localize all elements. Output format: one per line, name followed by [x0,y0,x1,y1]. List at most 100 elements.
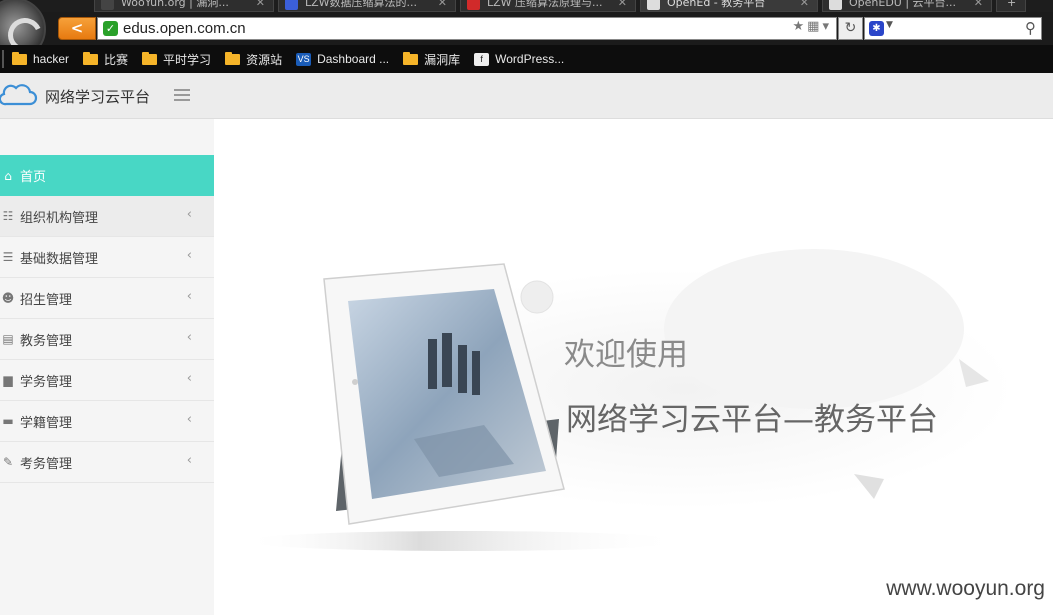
reload-button[interactable]: ↻ [838,17,863,40]
sidebar-item-label: 招生管理 [20,292,73,308]
browser-tab[interactable]: OpenEDU | 云平台... ✕ [822,0,992,12]
sidebar-item-label: 基础数据管理 [20,251,99,267]
address-bar[interactable]: ✓ edus.open.com.cn ★▦▾ [97,17,837,40]
sidebar-item-label: 首页 [20,170,47,185]
dropdown-icon[interactable]: ▾ [822,19,832,34]
tab-label: LZW 压缩算法原理与... [487,0,603,9]
page-icon [285,0,298,10]
welcome-heading: 欢迎使用 [564,337,688,373]
chevron-left-icon: ‹ [186,453,192,468]
folder-icon: ▬ [2,414,14,428]
chevron-left-icon: ‹ [186,330,192,345]
dashboard-icon: VS [296,52,312,66]
chevron-left-icon: ‹ [186,412,192,427]
star-icon[interactable]: ★ [793,19,808,34]
chevron-left-icon: ‹ [186,248,192,263]
chevron-down-icon[interactable]: ▼ [886,20,893,30]
back-button[interactable]: < [58,17,96,40]
pdf-icon [467,0,480,10]
menu-toggle-icon[interactable] [174,89,190,103]
bookmark-folder[interactable]: 漏洞库 [403,51,460,68]
bookmark-label: hacker [33,52,70,66]
folder-icon [225,51,241,65]
new-tab-button[interactable]: + [996,0,1026,12]
close-icon[interactable]: ✕ [800,0,809,11]
sidebar-item-exam-affairs[interactable]: ✎ 考务管理 ‹ [0,442,214,483]
main-content: 欢迎使用 网络学习云平台—教务平台 www.wooyun.org [214,119,1053,615]
doc-icon [647,0,660,10]
bookmark-folder[interactable]: hacker [12,51,70,66]
browser-tab[interactable]: LZW数据压缩算法的... ✕ [278,0,456,12]
bookmark-link[interactable]: f WordPress... [474,52,564,66]
wordpress-icon: f [474,52,490,66]
close-icon[interactable]: ✕ [974,0,983,11]
home-button [352,379,358,385]
browser-tab[interactable]: LZW 压缩算法原理与... ✕ [460,0,636,12]
sidebar-item-label: 教务管理 [20,333,73,349]
chevron-left-icon: ‹ [186,207,192,222]
folder-icon [83,51,99,65]
sidebar-item-home[interactable]: ⌂ 首页 [0,155,214,196]
folder-icon [142,51,158,65]
sidebar-item-label: 考务管理 [20,456,73,472]
sidebar-item-student-status[interactable]: ▬ 学籍管理 ‹ [0,401,214,442]
bookmark-folder[interactable]: 平时学习 [142,51,211,68]
browser-tab-active[interactable]: OpenEd - 教务平台 ✕ [640,0,818,12]
cloud-logo-icon [0,84,38,106]
sitemap-icon: ☷ [2,209,14,223]
database-icon: ☰ [2,250,14,264]
sidebar-item-label: 组织机构管理 [20,210,99,226]
sidebar-item-student-affairs[interactable]: ▆ 学务管理 ‹ [0,360,214,401]
shadow [244,531,684,551]
folder-icon [403,51,419,65]
bookmark-link[interactable]: VS Dashboard ... [296,52,389,66]
sidebar-item-enrollment[interactable]: ☻ 招生管理 ‹ [0,278,214,319]
sidebar-item-label: 学籍管理 [20,415,73,431]
browser-navbar: < ✓ edus.open.com.cn ★▦▾ ↻ ✱ ▼ ⚲ [0,0,1053,60]
cloud-backdrop [664,249,964,409]
tab-label: LZW数据压缩算法的... [305,0,418,9]
sidebar-item-label: 学务管理 [20,374,73,390]
app-header: 网络学习云平台 [0,73,1053,119]
close-icon[interactable]: ✕ [438,0,447,11]
wooyun-icon [101,0,114,10]
tab-label: WooYun.org | 漏洞... [121,0,229,9]
new-tab-label: + [1007,0,1017,9]
chevron-left-icon: ‹ [186,289,192,304]
server-icon: ▤ [2,332,14,346]
baidu-paw-icon[interactable]: ✱ [869,21,884,36]
folder-icon [12,51,27,65]
bookmark-folder[interactable]: 资源站 [225,51,282,68]
sidebar-item-basic-data[interactable]: ☰ 基础数据管理 ‹ [0,237,214,278]
browser-tab[interactable]: WooYun.org | 漏洞... ✕ [94,0,274,12]
bookmark-label: 资源站 [246,52,283,67]
close-icon[interactable]: ✕ [618,0,627,11]
url-tools: ★▦▾ [793,19,832,34]
tab-label: OpenEDU | 云平台... [849,0,957,9]
home-icon: ⌂ [4,168,12,183]
app-title[interactable]: 网络学习云平台 [45,86,150,107]
browser-tab-strip: WooYun.org | 漏洞... ✕ LZW数据压缩算法的... ✕ LZW… [0,0,1053,12]
secure-check-icon: ✓ [103,21,118,36]
back-arrow-icon: < [70,19,84,37]
bookmark-label: WordPress... [495,52,565,66]
sidebar-item-organization[interactable]: ☷ 组织机构管理 ‹ [0,196,214,237]
divider [2,50,4,68]
search-input[interactable]: ✱ ▼ ⚲ [864,17,1042,40]
file-icon: ▆ [3,373,13,387]
doc-icon [829,0,842,10]
qr-icon[interactable]: ▦ [807,19,822,34]
close-icon[interactable]: ✕ [256,0,265,11]
url-text[interactable]: edus.open.com.cn [123,20,246,37]
sidebar: ⌂ 首页 ☷ 组织机构管理 ‹ ☰ 基础数据管理 ‹ ☻ 招生管理 ‹ ▤ 教务… [0,119,214,615]
bookmark-folder[interactable]: 比赛 [83,51,128,68]
bookmark-label: 比赛 [104,52,129,67]
platform-title: 网络学习云平台—教务平台 [566,402,938,438]
watermark: www.wooyun.org [886,577,1045,600]
search-icon[interactable]: ⚲ [1025,19,1036,37]
bookmark-label: Dashboard ... [317,52,390,66]
chevron-left-icon: ‹ [186,371,192,386]
tab-label: OpenEd - 教务平台 [667,0,766,9]
users-icon: ☻ [1,291,15,305]
sidebar-item-academic-affairs[interactable]: ▤ 教务管理 ‹ [0,319,214,360]
